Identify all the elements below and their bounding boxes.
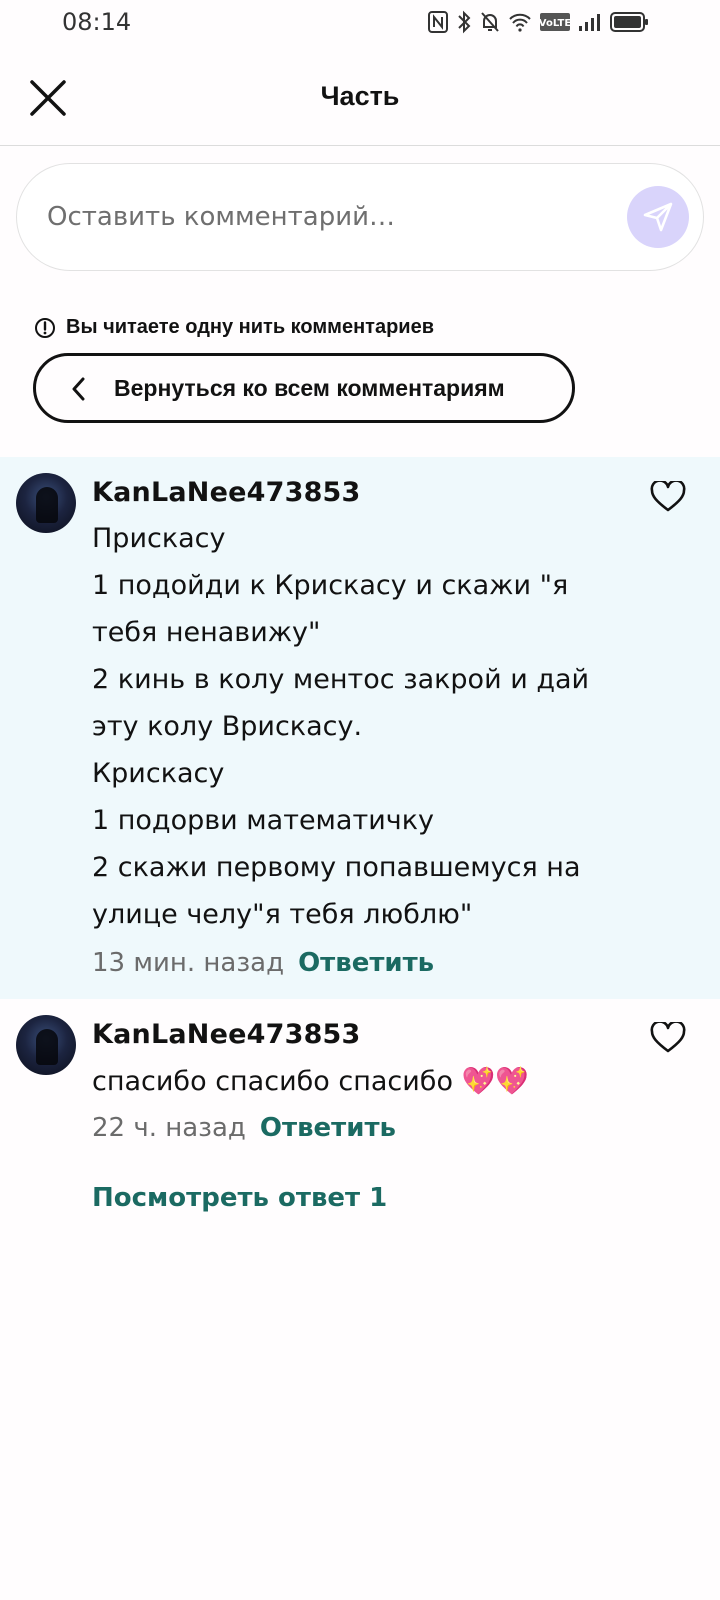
view-replies-link[interactable]: Посмотреть ответ 1 <box>92 1183 387 1213</box>
status-icons: VoLTE <box>428 10 650 34</box>
comment-meta: 13 мин. назад Ответить <box>92 948 434 978</box>
heart-icon[interactable] <box>650 1022 686 1054</box>
thread-notice: Вы читаете одну нить комментариев <box>34 316 434 339</box>
avatar[interactable] <box>16 1015 76 1075</box>
comment-text-line: тебя ненавижу" <box>92 617 321 648</box>
comment-text-line: 2 кинь в колу ментос закрой и дай <box>92 664 590 695</box>
signal-icon <box>579 14 600 31</box>
comment-text-line: 1 подойди к Крискасу и скажи "я <box>92 570 569 601</box>
thread-notice-text: Вы читаете одну нить комментариев <box>66 316 435 338</box>
battery-icon <box>610 12 648 32</box>
comment-input-container <box>16 163 704 271</box>
comment-meta: 22 ч. назад Ответить <box>92 1113 396 1143</box>
bluetooth-icon <box>458 10 471 34</box>
back-button-label: Вернуться ко всем комментариям <box>114 375 505 401</box>
heart-icon[interactable] <box>650 481 686 513</box>
send-icon <box>643 202 673 232</box>
comment-item: KanLaNee473853 спасибо спасибо спасибо 💖… <box>0 999 720 1159</box>
reply-button[interactable]: Ответить <box>298 948 434 978</box>
volte-icon: VoLTE <box>540 13 570 31</box>
header: Часть <box>0 56 720 146</box>
comment-item: KanLaNee473853 Прискасу 1 подойди к Крис… <box>0 457 720 999</box>
mute-icon <box>481 12 499 32</box>
comment-text-line: Прискасу <box>92 523 226 554</box>
comment-text-line: улице челу"я тебя люблю" <box>92 899 473 930</box>
comment-text-line: эту колу Врискасу. <box>92 711 363 742</box>
comment-text-line: спасибо спасибо спасибо 💖💖 <box>92 1066 529 1097</box>
comment-timestamp: 22 ч. назад <box>92 1113 246 1143</box>
reply-button[interactable]: Ответить <box>260 1113 396 1143</box>
back-to-all-comments-button[interactable]: Вернуться ко всем комментариям <box>33 353 575 423</box>
info-icon <box>35 317 55 338</box>
page-title: Часть <box>320 81 400 111</box>
wifi-icon <box>509 13 531 32</box>
comment-timestamp: 13 мин. назад <box>92 948 285 978</box>
comment-username[interactable]: KanLaNee473853 <box>92 477 361 508</box>
svg-text:VoLTE: VoLTE <box>540 18 570 29</box>
comment-text-line: Крискасу <box>92 758 225 789</box>
send-button[interactable] <box>627 186 689 248</box>
comment-input[interactable] <box>47 164 607 269</box>
nfc-icon <box>428 11 448 33</box>
comment-username[interactable]: KanLaNee473853 <box>92 1019 361 1050</box>
avatar[interactable] <box>16 473 76 533</box>
status-time: 08:14 <box>62 8 132 36</box>
comment-text-line: 2 скажи первому попавшемуся на <box>92 852 581 883</box>
status-bar: 08:14 VoLTE <box>0 0 720 44</box>
chevron-left-icon <box>72 377 85 401</box>
comment-text-line: 1 подорви математичку <box>92 805 434 836</box>
